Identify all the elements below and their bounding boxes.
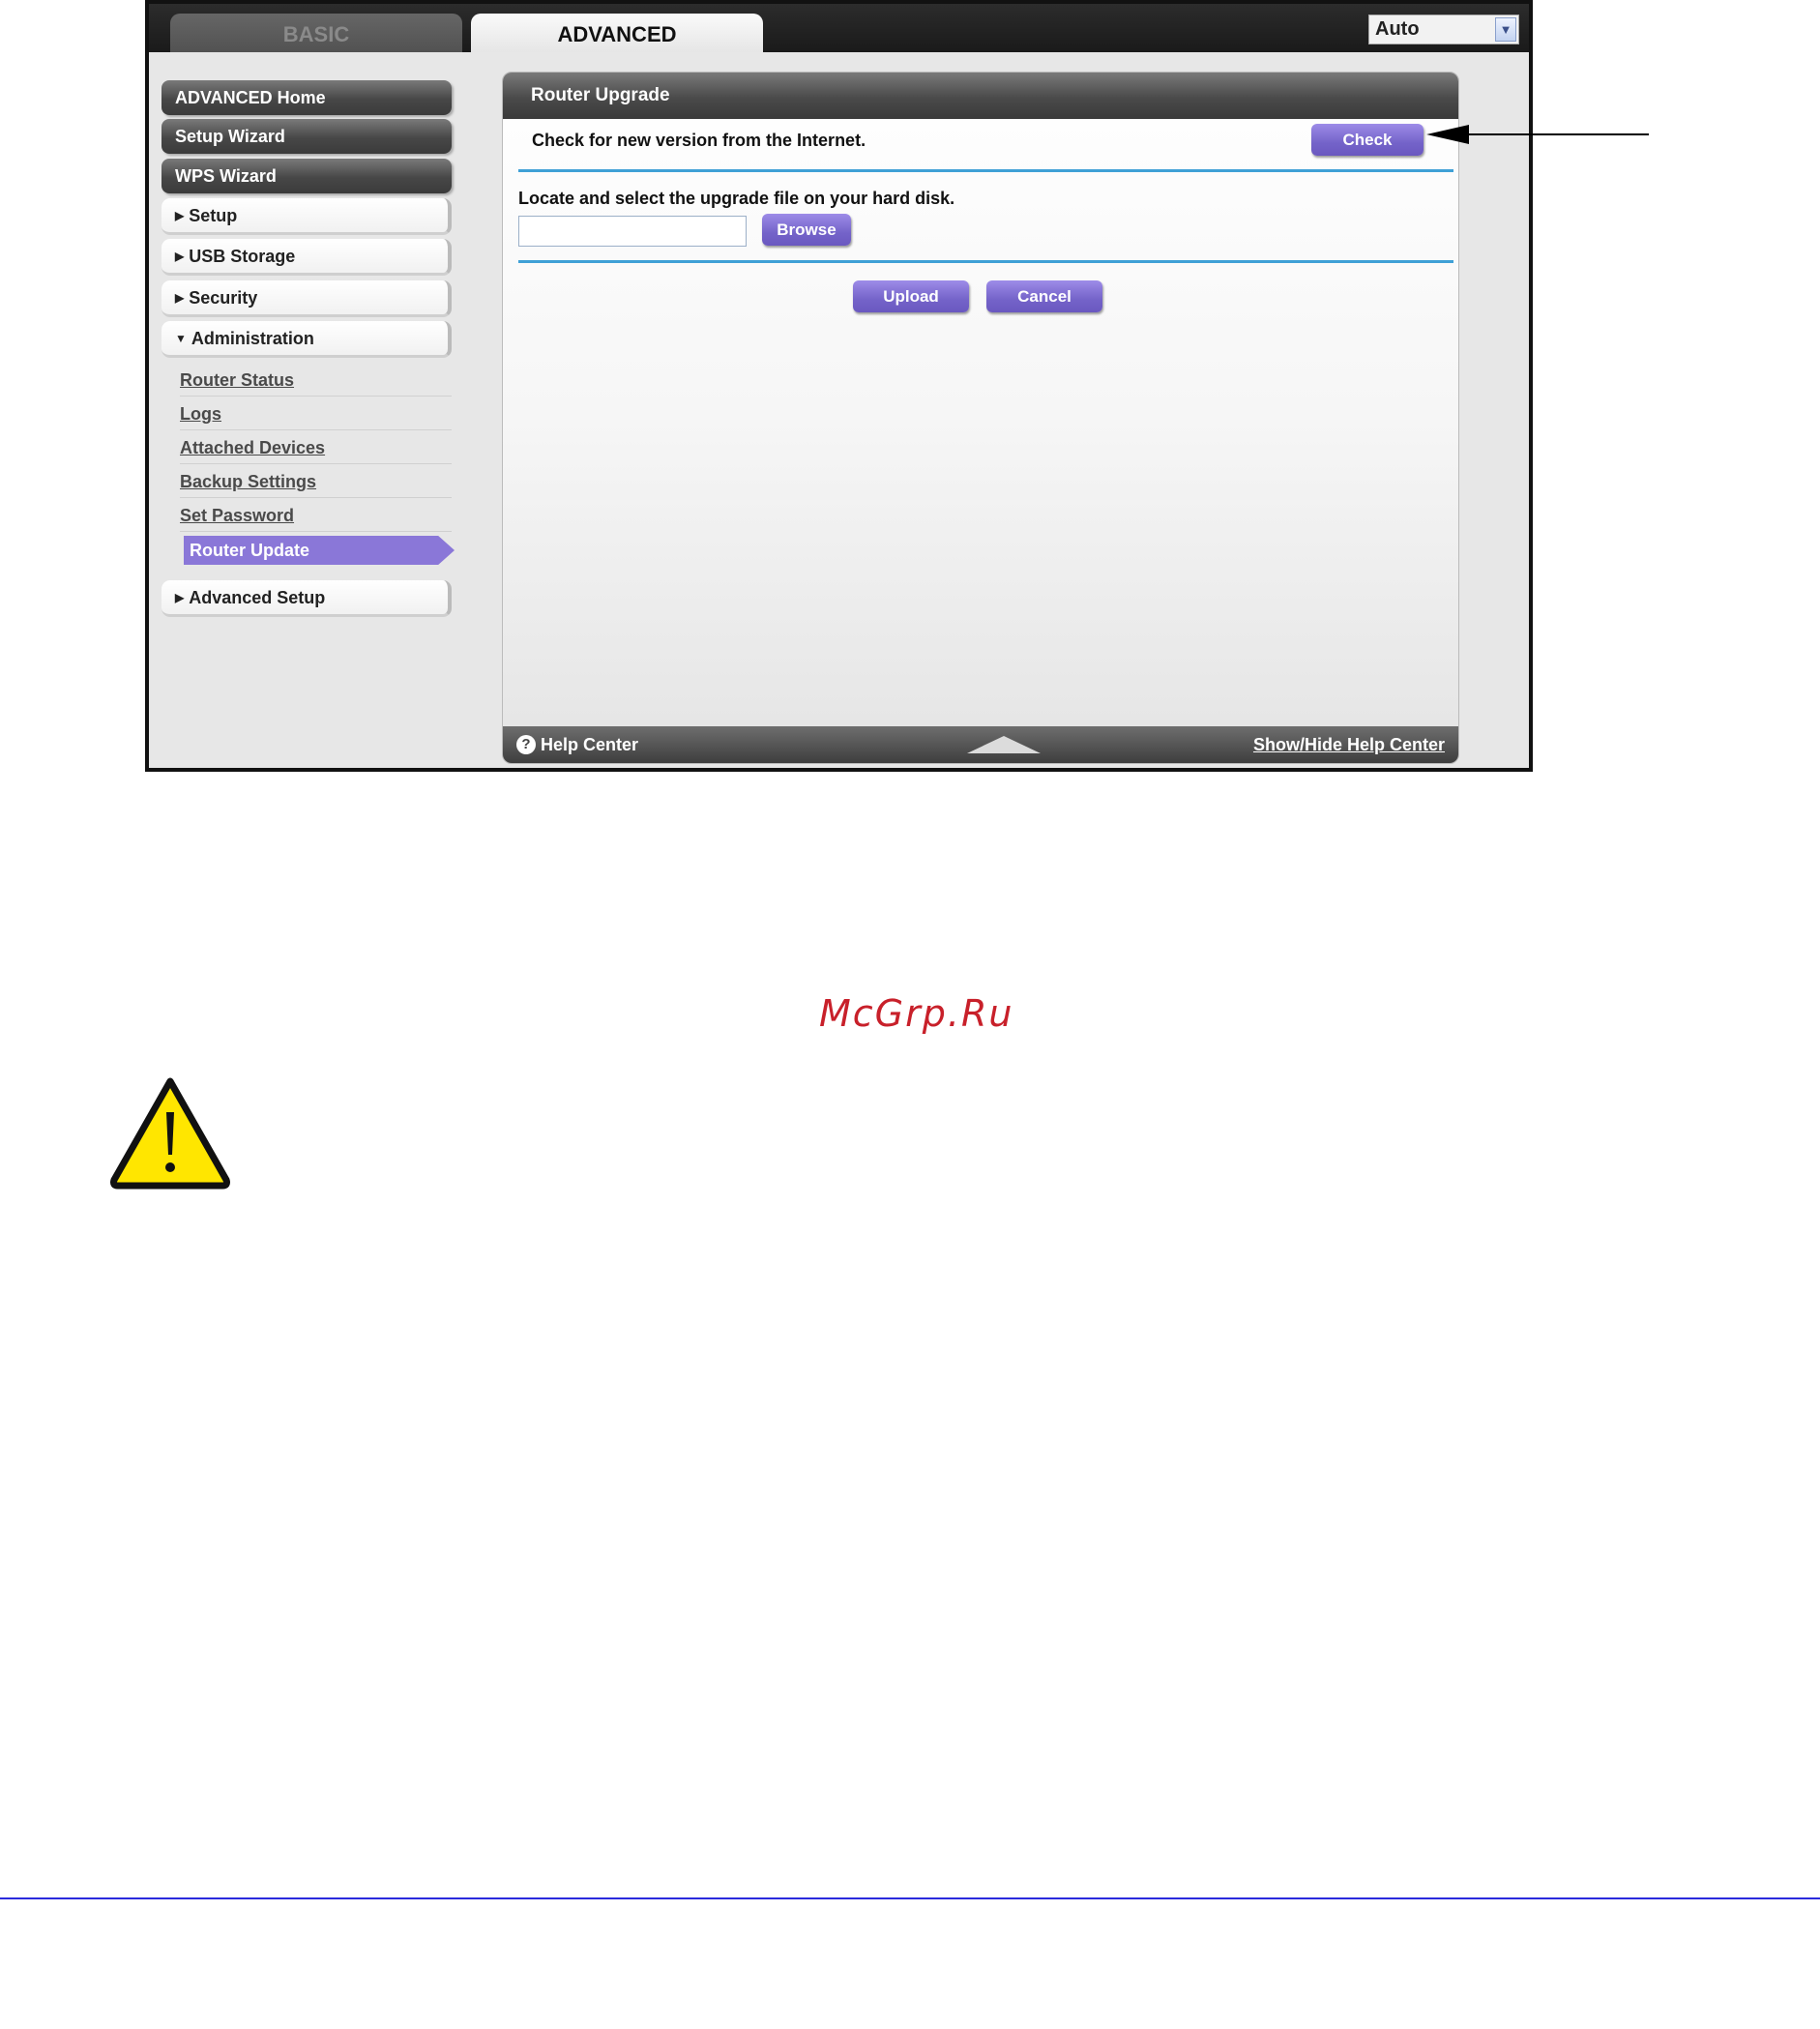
- cancel-button[interactable]: Cancel: [986, 280, 1102, 312]
- router-admin-screenshot: BASIC ADVANCED Auto ▼ ADVANCED Home Setu…: [145, 0, 1533, 772]
- sidebar-item-label: Administration: [191, 329, 314, 348]
- question-icon: ?: [516, 735, 536, 754]
- tab-basic[interactable]: BASIC: [170, 14, 462, 52]
- show-hide-help-center-link[interactable]: Show/Hide Help Center: [1253, 726, 1445, 763]
- sidebar-item-label: USB Storage: [189, 247, 296, 266]
- watermark: McGrp.Ru: [819, 992, 1014, 1035]
- chevron-down-icon[interactable]: ▼: [1495, 17, 1516, 42]
- sidebar-item-advanced-home[interactable]: ADVANCED Home: [161, 80, 452, 115]
- sidebar-item-usb-storage[interactable]: ▶ USB Storage: [161, 239, 452, 276]
- expand-up-icon[interactable]: [967, 736, 1041, 753]
- divider: [518, 169, 1453, 172]
- check-label: Check for new version from the Internet.: [532, 131, 866, 150]
- upload-button[interactable]: Upload: [853, 280, 969, 312]
- tab-advanced[interactable]: ADVANCED: [471, 14, 763, 52]
- sidebar-item-label: Security: [189, 288, 258, 308]
- sidebar-link-router-update[interactable]: Router Update: [184, 536, 455, 565]
- sidebar-link-logs[interactable]: Logs: [180, 397, 452, 430]
- help-center-bar: ? Help Center Show/Hide Help Center: [503, 726, 1458, 763]
- footer-rule: [0, 1897, 1820, 1899]
- panel-title: Router Upgrade: [503, 73, 1458, 119]
- divider: [518, 260, 1453, 263]
- caret-right-icon: ▶: [175, 591, 185, 604]
- sidebar-item-label: Setup: [189, 206, 238, 225]
- sidebar-item-advanced-setup[interactable]: ▶ Advanced Setup: [161, 580, 452, 617]
- caret-right-icon: ▶: [175, 250, 185, 263]
- sidebar-link-router-status[interactable]: Router Status: [180, 364, 452, 397]
- caret-down-icon: ▼: [175, 332, 187, 345]
- sidebar-item-setup-wizard[interactable]: Setup Wizard: [161, 119, 452, 154]
- language-select[interactable]: Auto ▼: [1368, 15, 1519, 44]
- sidebar-item-setup[interactable]: ▶ Setup: [161, 198, 452, 235]
- caret-right-icon: ▶: [175, 291, 185, 305]
- callout-arrow-icon: [1426, 125, 1649, 144]
- language-select-value: Auto: [1375, 18, 1420, 40]
- sidebar-link-attached-devices[interactable]: Attached Devices: [180, 431, 452, 464]
- sidebar-item-security[interactable]: ▶ Security: [161, 280, 452, 317]
- router-upgrade-panel: Router Upgrade Check for new version fro…: [502, 72, 1459, 764]
- sidebar-item-administration[interactable]: ▼ Administration: [161, 321, 452, 358]
- locate-file-label: Locate and select the upgrade file on yo…: [518, 189, 955, 208]
- sidebar-item-label: Advanced Setup: [189, 588, 326, 607]
- sidebar-link-set-password[interactable]: Set Password: [180, 499, 452, 532]
- sidebar-item-wps-wizard[interactable]: WPS Wizard: [161, 159, 452, 193]
- sidebar-link-backup-settings[interactable]: Backup Settings: [180, 465, 452, 498]
- browse-button[interactable]: Browse: [762, 214, 851, 246]
- caret-right-icon: ▶: [175, 209, 185, 222]
- help-center-label: Help Center: [541, 735, 639, 754]
- top-bar: BASIC ADVANCED Auto ▼: [149, 4, 1529, 52]
- warning-icon: [110, 1077, 230, 1190]
- upgrade-file-input[interactable]: [518, 216, 747, 247]
- check-button[interactable]: Check: [1311, 124, 1424, 156]
